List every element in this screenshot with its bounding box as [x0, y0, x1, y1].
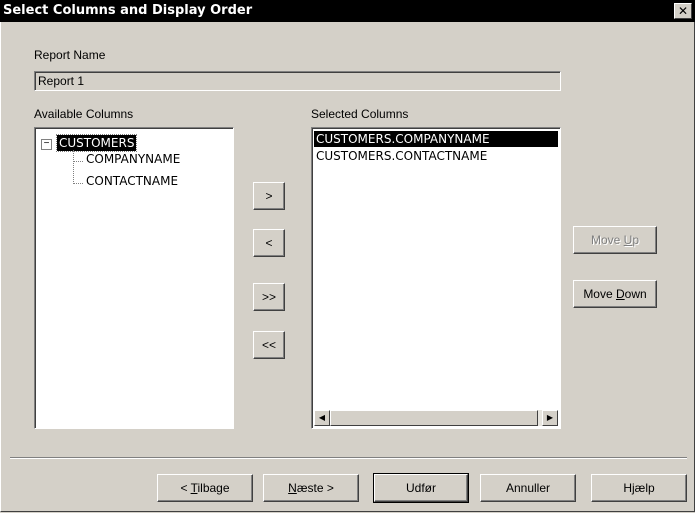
move-down-accesskey: D — [616, 287, 625, 301]
next-label: æste > — [296, 481, 334, 495]
finish-button[interactable]: Udfør — [373, 473, 469, 503]
close-button[interactable]: ✕ — [674, 3, 692, 19]
tree-node-label[interactable]: CUSTOMERS — [55, 134, 138, 152]
close-icon: ✕ — [677, 4, 689, 18]
title-bar: Select Columns and Display Order ✕ — [0, 0, 695, 22]
list-item[interactable]: CUSTOMERS.COMPANYNAME — [314, 131, 558, 147]
available-columns-label: Available Columns — [34, 107, 134, 121]
selected-columns-list[interactable]: CUSTOMERS.COMPANYNAME CUSTOMERS.CONTACTN… — [311, 127, 561, 429]
remove-column-button[interactable]: < — [253, 229, 285, 257]
back-label: < — [180, 481, 191, 495]
tree-connector — [73, 150, 74, 184]
move-up-label: Move — [590, 233, 624, 247]
footer-separator — [10, 457, 687, 459]
horizontal-scrollbar[interactable]: ◀ ▶ — [314, 410, 558, 426]
remove-all-button[interactable]: << — [253, 331, 285, 359]
window-title: Select Columns and Display Order — [3, 3, 253, 18]
available-columns-tree[interactable]: − CUSTOMERS COMPANYNAME CONTACTNAME — [34, 127, 234, 429]
add-column-button[interactable]: > — [253, 182, 285, 210]
help-button[interactable]: Hjælp — [591, 474, 687, 502]
cancel-button[interactable]: Annuller — [480, 474, 576, 502]
next-accesskey: N — [288, 481, 297, 495]
move-down-label: Move — [583, 287, 616, 301]
move-down-label-rest: own — [624, 287, 647, 301]
scroll-left-icon[interactable]: ◀ — [314, 410, 330, 426]
back-button[interactable]: < Tilbage — [157, 474, 253, 502]
move-down-button[interactable]: Move Down — [573, 280, 657, 308]
list-item[interactable]: CUSTOMERS.CONTACTNAME — [314, 148, 558, 164]
selected-columns-label: Selected Columns — [311, 107, 409, 121]
move-up-label-rest: p — [632, 233, 640, 247]
report-name-field[interactable]: Report 1 — [34, 71, 561, 91]
add-all-button[interactable]: >> — [253, 283, 285, 311]
back-label-rest: ilbage — [197, 481, 230, 495]
tree-connector — [73, 183, 83, 184]
tree-connector — [73, 161, 83, 162]
move-up-button[interactable]: Move Up — [573, 226, 657, 254]
scroll-thumb[interactable] — [330, 410, 538, 426]
report-name-label: Report Name — [34, 48, 106, 62]
next-button[interactable]: Næste > — [263, 474, 359, 502]
tree-item-contactname[interactable]: CONTACTNAME — [86, 174, 178, 188]
collapse-icon[interactable]: − — [41, 139, 52, 150]
scroll-right-icon[interactable]: ▶ — [542, 410, 558, 426]
tree-item-companyname[interactable]: COMPANYNAME — [86, 152, 180, 166]
